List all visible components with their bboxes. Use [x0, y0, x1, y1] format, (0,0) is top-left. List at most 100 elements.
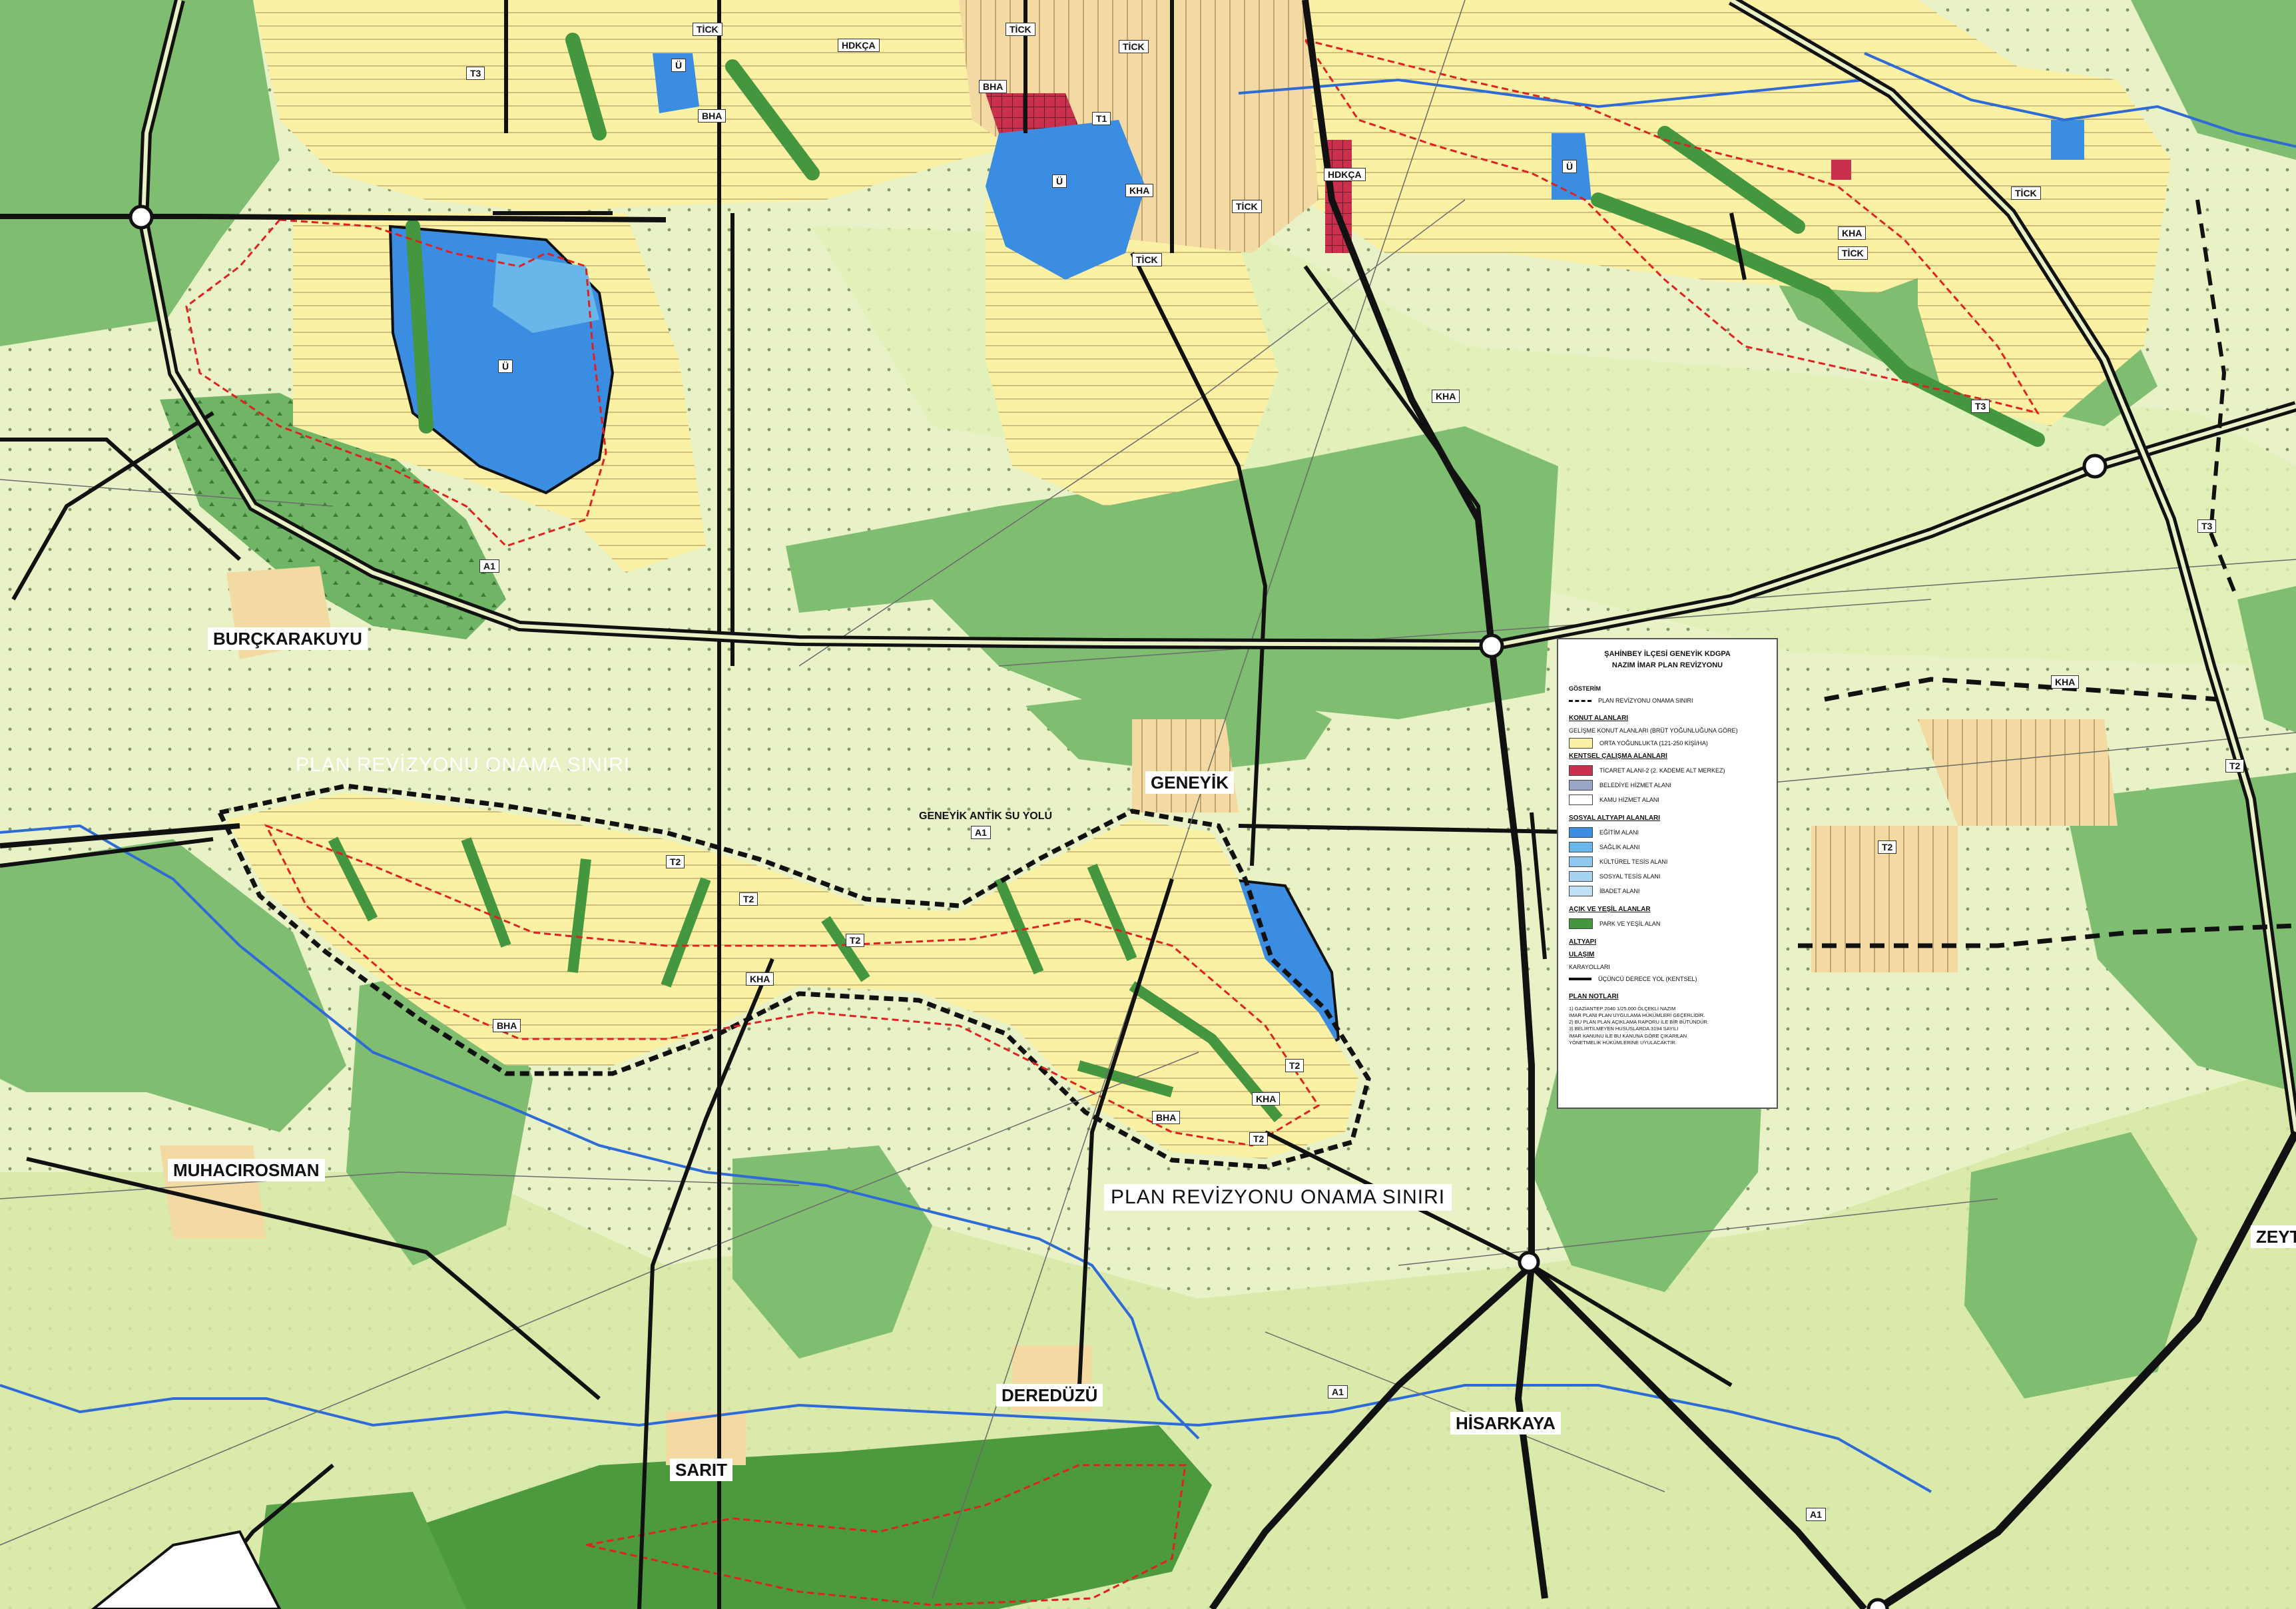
legend-park: PARK VE YEŞİL ALAN: [1569, 918, 1766, 929]
zone-tag: Ü: [1052, 174, 1067, 188]
zone-tag: TİCK: [693, 23, 722, 36]
zone-tag: KHA: [1838, 226, 1866, 240]
place-label-hisarkaya: HİSARKAYA: [1450, 1412, 1561, 1435]
legend-heading: ULAŞIM: [1569, 951, 1595, 958]
blue-swatch-icon: [1569, 827, 1593, 838]
legend-sosyal: SOSYAL TESİS ALANI: [1569, 871, 1766, 882]
white-swatch-icon: [1569, 795, 1593, 805]
legend-title: ŞAHİNBEY İLÇESİ GENEYİK KDGPA NAZIM İMAR…: [1569, 649, 1766, 671]
legend-orta: ORTA YOĞUNLUKTA (121-250 KİŞİ/HA): [1569, 738, 1766, 749]
zone-tag: BHA: [493, 1019, 521, 1032]
legend-label: KÜLTÜREL TESİS ALANI: [1599, 858, 1668, 865]
green-swatch-icon: [1569, 918, 1593, 929]
legend-note-line: YÖNETMELİK HÜKÜMLERİNE UYULACAKTIR.: [1569, 1039, 1677, 1046]
legend-ibadet: İBADET ALANI: [1569, 886, 1766, 896]
legend-label: PLAN REVİZYONU ONAMA SINIRI: [1598, 697, 1693, 704]
legend-gosterim: GÖSTERİM: [1569, 685, 1601, 692]
zone-tag: T3: [466, 67, 485, 80]
zoning-map: [0, 0, 2296, 1609]
grey-swatch-icon: [1569, 780, 1593, 791]
zone-tag: A1: [1806, 1508, 1826, 1521]
zone-tag: T3: [1971, 400, 1990, 413]
dashed-line-icon: [1569, 699, 1591, 702]
zone-tag: T1: [1092, 112, 1111, 125]
red-swatch-icon: [1569, 765, 1593, 776]
legend-note-line: İMAR PLANI PLAN UYGULAMA HÜKÜMLERİ GEÇER…: [1569, 1012, 1705, 1019]
zone-tag: T2: [739, 892, 758, 906]
blue-swatch-icon: [1569, 871, 1593, 882]
legend-label: KAMU HİZMET ALANI: [1599, 797, 1659, 803]
zone-tag: Ü: [1562, 160, 1578, 173]
zone-tag: Ü: [671, 59, 687, 72]
zone-tag: T3: [2197, 519, 2217, 533]
zone-tag: BHA: [979, 80, 1007, 93]
blue-swatch-icon: [1569, 842, 1593, 852]
zone-tag: HDKÇA: [1324, 168, 1366, 181]
zone-tag: A1: [971, 826, 991, 839]
legend-subheading: GELİŞME KONUT ALANLARI (BRÜT YOĞUNLUĞUNA…: [1569, 727, 1738, 734]
zone-tag: KHA: [1432, 390, 1460, 403]
legend-label: BELEDİYE HİZMET ALANI: [1599, 782, 1671, 789]
plan-boundary-label: PLAN REVİZYONU ONAMA SINIRI: [1104, 1184, 1452, 1211]
zone-tag: TİCK: [1132, 253, 1162, 266]
place-label-dereduzu: DEREDÜZÜ: [996, 1384, 1103, 1407]
zone-tag: KHA: [746, 972, 774, 986]
legend-note-line: İMAR KANUNU İLE BU KANUNA GÖRE ÇIKARILAN: [1569, 1032, 1687, 1039]
zone-tag: BHA: [1152, 1111, 1181, 1124]
blue-swatch-icon: [1569, 856, 1593, 867]
zone-tag: TİCK: [1838, 246, 1868, 260]
legend-label: İBADET ALANI: [1599, 888, 1640, 894]
legend-saglik: SAĞLIK ALANI: [1569, 842, 1766, 852]
legend-label: ORTA YOĞUNLUKTA (121-250 KİŞİ/HA): [1599, 740, 1708, 747]
commerce-area: [1831, 160, 1851, 180]
zone-tag: KHA: [2051, 675, 2080, 689]
legend-heading: SOSYAL ALTYAPI ALANLARI: [1569, 814, 1661, 822]
legend-title-line: ŞAHİNBEY İLÇESİ GENEYİK KDGPA: [1604, 650, 1731, 658]
zone-tag: T2: [2225, 759, 2245, 773]
place-label-sarit: SARIT: [670, 1458, 732, 1481]
legend-title-line: NAZIM İMAR PLAN REVİZYONU: [1611, 661, 1723, 669]
zone-tag: HDKÇA: [838, 39, 880, 52]
legend-label: ÜÇÜNCÜ DERECE YOL (KENTSEL): [1598, 976, 1697, 982]
legend-ucuncu: ÜÇÜNCÜ DERECE YOL (KENTSEL): [1569, 974, 1766, 984]
zone-tag: T2: [1878, 840, 1897, 854]
zone-tag: T2: [666, 855, 685, 868]
legend-belediye: BELEDİYE HİZMET ALANI: [1569, 780, 1766, 791]
legend-label: SAĞLIK ALANI: [1599, 844, 1640, 850]
legend-kulturel: KÜLTÜREL TESİS ALANI: [1569, 856, 1766, 867]
map-legend: ŞAHİNBEY İLÇESİ GENEYİK KDGPA NAZIM İMAR…: [1557, 638, 1778, 1109]
zone-tag: A1: [479, 559, 499, 573]
legend-note-line: 3) BELİRTİLMEYEN HUSUSLARDA 3194 SAYILI: [1569, 1026, 1679, 1032]
zone-tag: T2: [846, 934, 865, 947]
place-label-geneyik-antik: GENEYİK ANTİK SU YOLU: [919, 810, 1053, 822]
zone-tag: TİCK: [1232, 200, 1262, 213]
zone-tag: A1: [1328, 1385, 1348, 1399]
zone-tag: TİCK: [1005, 23, 1035, 36]
legend-label: SOSYAL TESİS ALANI: [1599, 873, 1661, 880]
plan-boundary-label: PLAN REVİZYONU ONAMA SINIRI: [296, 754, 631, 776]
place-label-zeytinli: ZEYTİNLİ: [2251, 1225, 2296, 1248]
legend-label: EĞİTİM ALANI: [1599, 829, 1639, 836]
zone-tag: BHA: [698, 109, 726, 123]
legend-note-line: 2) BU PLAN PLAN AÇIKLAMA RAPORU İLE BİR …: [1569, 1019, 1709, 1026]
zone-tag: KHA: [1125, 184, 1154, 197]
place-label-burckarakuyu: BURÇKARAKUYU: [208, 627, 368, 650]
legend-boundary: PLAN REVİZYONU ONAMA SINIRI: [1569, 696, 1766, 705]
legend-ticaret: TİCARET ALANI-2 (2. KADEME ALT MERKEZ): [1569, 765, 1766, 776]
place-label-geneyik: GENEYİK: [1145, 771, 1235, 794]
zone-tag: TİCK: [1119, 40, 1149, 53]
legend-notes: 1) GAZİANTEP 2040 1/25.000 ÖLÇEKLİ NAZIM…: [1569, 1006, 1766, 1046]
legend-heading: PLAN NOTLARI: [1569, 993, 1619, 1000]
legend-heading: KENTSEL ÇALIŞMA ALANLARI: [1569, 753, 1667, 760]
legend-note-line: 1) GAZİANTEP 2040 1/25.000 ÖLÇEKLİ NAZIM: [1569, 1006, 1676, 1012]
zone-tag: T2: [1285, 1059, 1304, 1072]
legend-heading: AÇIK VE YEŞİL ALANLAR: [1569, 906, 1651, 913]
yellow-swatch-icon: [1569, 738, 1593, 749]
legend-label: PARK VE YEŞİL ALAN: [1599, 920, 1661, 927]
legend-subheading: KARAYOLLARI: [1569, 964, 1610, 970]
legend-egitim: EĞİTİM ALANI: [1569, 827, 1766, 838]
legend-heading: KONUT ALANLARI: [1569, 715, 1629, 722]
legend-label: TİCARET ALANI-2 (2. KADEME ALT MERKEZ): [1599, 767, 1725, 774]
legend-kamu: KAMU HİZMET ALANI: [1569, 795, 1766, 805]
road-line-icon: [1569, 978, 1591, 980]
